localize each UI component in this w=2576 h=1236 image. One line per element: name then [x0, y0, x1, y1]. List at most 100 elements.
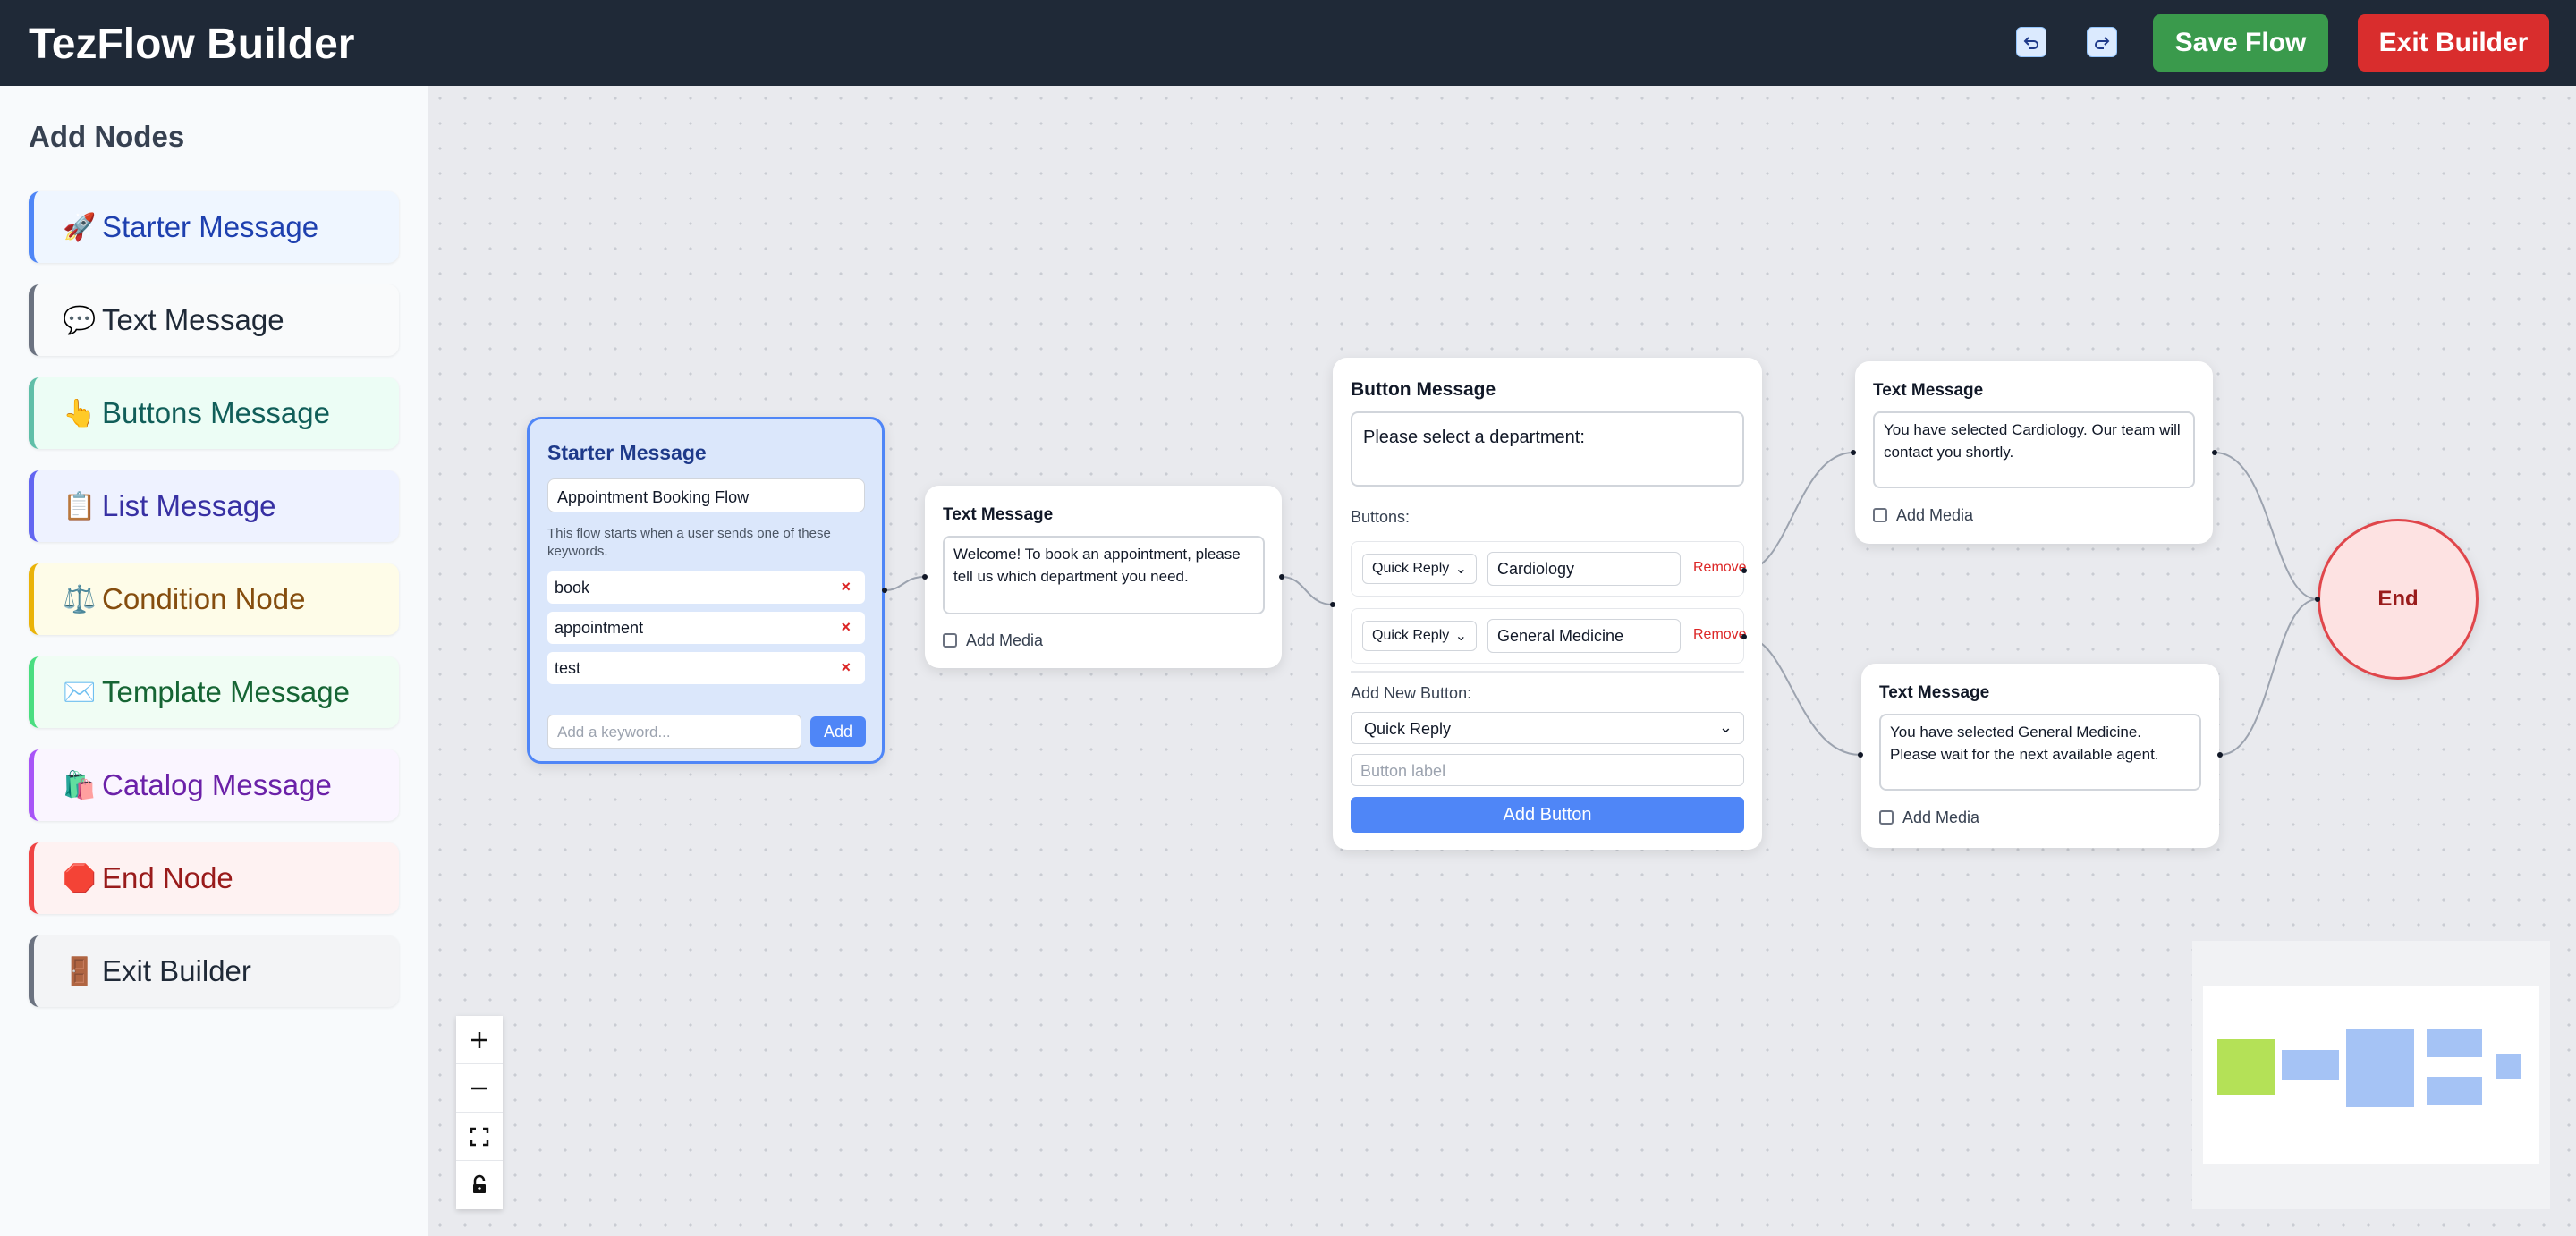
remove-button[interactable]: Remove	[1693, 627, 1747, 643]
exit-builder-button[interactable]: Exit Builder	[2358, 14, 2549, 72]
minimap-node-starter	[2217, 1039, 2275, 1095]
text-message-node[interactable]: Text Message You have selected General M…	[1861, 664, 2219, 848]
remove-keyword-button[interactable]: ×	[841, 618, 851, 637]
app-title: TezFlow Builder	[29, 21, 355, 68]
sidebar-item-starter-message[interactable]: 🚀 Starter Message	[29, 191, 399, 263]
sidebar-item-label: Exit Builder	[102, 954, 251, 987]
sidebar-item-text-message[interactable]: 💬 Text Message	[29, 284, 399, 356]
new-button-label-input[interactable]: Button label	[1351, 754, 1744, 786]
lock-button[interactable]	[456, 1161, 503, 1209]
sidebar-item-catalog-message[interactable]: 🛍️ Catalog Message	[29, 749, 399, 821]
button-node-title: Button Message	[1351, 379, 1496, 400]
starter-description: This flow starts when a user sends one o…	[547, 526, 831, 559]
add-media-checkbox[interactable]	[1879, 810, 1894, 825]
sidebar-item-label: Template Message	[102, 675, 350, 708]
add-keyword-button[interactable]: Add	[810, 716, 866, 747]
message-textarea[interactable]: Please select a department:	[1351, 411, 1744, 487]
add-media-checkbox[interactable]	[943, 633, 957, 648]
minimap-node	[2427, 1029, 2482, 1057]
text-message-icon: 💬	[63, 305, 97, 335]
zoom-in-button[interactable]	[456, 1016, 503, 1064]
message-textarea[interactable]: Welcome! To book an appointment, please …	[943, 536, 1265, 614]
sidebar-title: Add Nodes	[29, 120, 185, 153]
chevron-down-icon: ⌄	[1454, 562, 1467, 577]
text3-output-handle[interactable]	[2217, 752, 2223, 758]
text2-input-handle[interactable]	[1851, 450, 1856, 455]
chevron-down-icon: ⌄	[1454, 629, 1467, 644]
sidebar-item-condition-node[interactable]: ⚖️ Condition Node	[29, 563, 399, 635]
save-flow-button[interactable]: Save Flow	[2153, 14, 2328, 72]
sidebar-item-exit-builder[interactable]: 🚪 Exit Builder	[29, 935, 399, 1007]
divider	[1351, 671, 1744, 673]
text-node-title: Text Message	[1873, 381, 1984, 400]
buttons-message-icon: 👆	[63, 398, 97, 428]
add-button-button[interactable]: Add Button	[1351, 797, 1744, 833]
starter-output-handle[interactable]	[882, 588, 887, 593]
app-header: TezFlow Builder Save Flow Exit Builder	[0, 0, 2576, 86]
undo-button[interactable]	[2016, 27, 2046, 57]
sidebar-item-label: Text Message	[102, 303, 284, 336]
lock-icon	[473, 1174, 486, 1193]
keyword-input[interactable]: Add a keyword...	[547, 715, 801, 749]
button-row: Quick Reply ⌄ General Medicine Remove	[1351, 608, 1747, 664]
sidebar-item-label: Catalog Message	[102, 768, 332, 801]
end-node[interactable]: End	[2318, 519, 2479, 680]
catalog-message-icon: 🛍️	[63, 770, 97, 800]
cardiology-output-handle[interactable]	[1741, 568, 1747, 573]
zoom-out-button[interactable]	[456, 1064, 503, 1113]
keyword-chip: book ×	[547, 571, 865, 604]
genmed-output-handle[interactable]	[1741, 634, 1747, 639]
keyword-label: appointment	[555, 619, 644, 637]
button-label-input[interactable]: General Medicine	[1487, 619, 1681, 653]
text1-input-handle[interactable]	[922, 574, 928, 580]
text-node-title: Text Message	[1879, 683, 1990, 702]
text2-output-handle[interactable]	[2212, 450, 2217, 455]
add-media-label: Add Media	[1896, 506, 1974, 524]
end-input-handle[interactable]	[2315, 597, 2320, 602]
keyword-chip: test ×	[547, 652, 865, 684]
sidebar-item-template-message[interactable]: ✉️ Template Message	[29, 656, 399, 728]
redo-button[interactable]	[2087, 27, 2117, 57]
button-message-node[interactable]: Button Message Please select a departmen…	[1333, 358, 1762, 850]
exit-builder-icon: 🚪	[63, 956, 97, 986]
fit-view-icon	[470, 1127, 489, 1146]
minus-icon	[471, 1087, 487, 1089]
plus-icon	[471, 1031, 487, 1048]
text3-input-handle[interactable]	[1858, 752, 1863, 758]
remove-button[interactable]: Remove	[1693, 560, 1747, 576]
remove-keyword-button[interactable]: ×	[841, 578, 851, 597]
add-media-label: Add Media	[966, 631, 1044, 649]
add-new-button-label: Add New Button:	[1351, 684, 1472, 702]
sidebar: Add Nodes 🚀 Starter Message 💬 Text Message 👆…	[0, 86, 428, 1236]
sidebar-item-label: List Message	[102, 489, 276, 522]
buttons-input-handle[interactable]	[1330, 602, 1335, 607]
button-type-select[interactable]: Quick Reply ⌄	[1362, 554, 1477, 584]
message-textarea[interactable]: You have selected General Medicine. Plea…	[1879, 714, 2201, 791]
message-textarea[interactable]: You have selected Cardiology. Our team w…	[1873, 411, 2195, 488]
text-message-node[interactable]: Text Message Welcome! To book an appoint…	[925, 486, 1282, 668]
flow-name-input[interactable]: Appointment Booking Flow	[547, 478, 865, 512]
keyword-label: test	[555, 659, 581, 677]
fit-view-button[interactable]	[456, 1113, 503, 1161]
sidebar-item-buttons-message[interactable]: 👆 Buttons Message	[29, 377, 399, 449]
text1-output-handle[interactable]	[1279, 574, 1284, 580]
new-button-type-select[interactable]: Quick Reply ⌄	[1351, 712, 1744, 744]
button-row: Quick Reply ⌄ Cardiology Remove	[1351, 541, 1747, 597]
minimap[interactable]	[2192, 941, 2550, 1209]
button-label-input[interactable]: Cardiology	[1487, 552, 1681, 586]
sidebar-item-label: End Node	[102, 861, 233, 894]
end-node-icon: 🛑	[63, 863, 97, 893]
minimap-node	[2427, 1077, 2482, 1105]
remove-keyword-button[interactable]: ×	[841, 658, 851, 677]
text-message-node[interactable]: Text Message You have selected Cardiolog…	[1855, 361, 2213, 544]
button-type-select[interactable]: Quick Reply ⌄	[1362, 621, 1477, 651]
sidebar-item-end-node[interactable]: 🛑 End Node	[29, 842, 399, 914]
text-node-title: Text Message	[943, 505, 1054, 524]
starter-node[interactable]: Starter Message Appointment Booking Flow…	[527, 417, 885, 764]
sidebar-item-list-message[interactable]: 📋 List Message	[29, 470, 399, 542]
sidebar-item-label: Buttons Message	[102, 396, 330, 429]
add-media-checkbox[interactable]	[1873, 508, 1887, 522]
sidebar-item-label: Condition Node	[102, 582, 306, 615]
starter-node-title: Starter Message	[547, 441, 707, 464]
canvas-controls	[456, 1016, 503, 1209]
